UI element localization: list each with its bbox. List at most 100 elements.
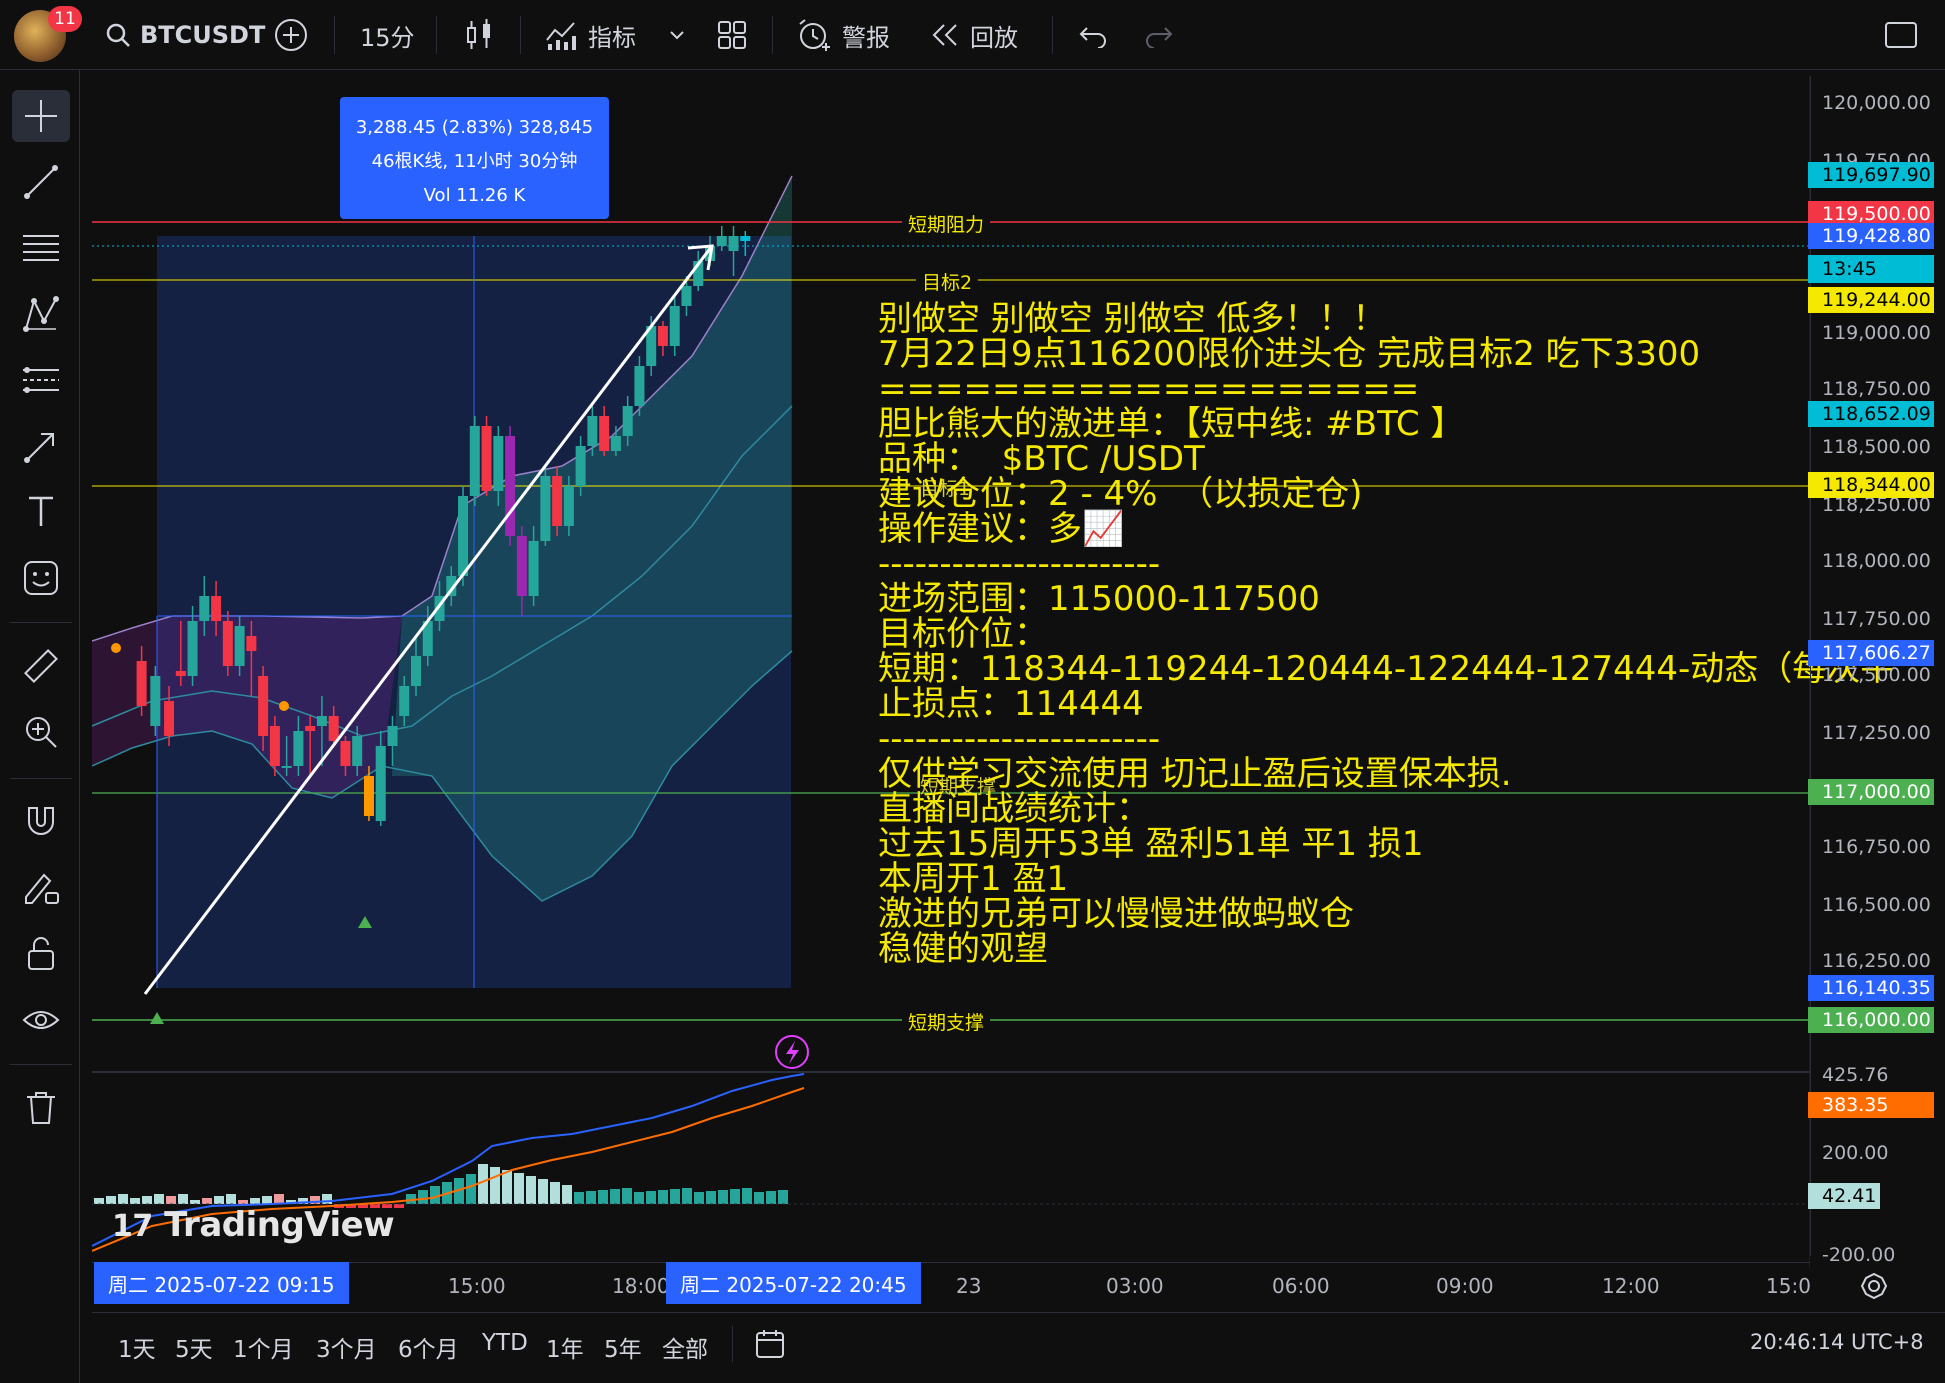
histogram-bar [262, 1196, 272, 1204]
forecast-tool[interactable] [12, 354, 70, 406]
layout-button[interactable] [716, 0, 748, 70]
range-1d[interactable]: 1天 [118, 1330, 156, 1364]
indicators-button[interactable]: 指标 [544, 0, 636, 70]
interval-button[interactable]: 15分 [360, 0, 415, 70]
price-tag-band-lower: 116,140.35 [1808, 975, 1934, 1001]
histogram-bar [178, 1194, 188, 1204]
candle-body [281, 766, 292, 768]
histogram-bar [118, 1194, 128, 1204]
arrow-icon [24, 433, 54, 463]
price-tag-target2: 119,244.00 [1808, 287, 1934, 313]
fullscreen-button[interactable] [1884, 0, 1918, 70]
indicators-dropdown[interactable] [668, 0, 686, 70]
range-ytd[interactable]: YTD [482, 1330, 528, 1356]
range-all[interactable]: 全部 [662, 1330, 708, 1364]
measure-line-3: Vol 11.26 K [423, 185, 526, 206]
macd-axis-label: 425.76 [1822, 1064, 1889, 1086]
lock-all-tool[interactable] [12, 928, 70, 980]
zoom-tool[interactable] [12, 706, 70, 758]
candle-body [150, 676, 161, 726]
text-tool[interactable] [12, 486, 70, 538]
range-3m[interactable]: 3个月 [316, 1330, 377, 1364]
time-label: 12:00 [1602, 1274, 1660, 1298]
histogram-bar [574, 1192, 584, 1204]
range-6m[interactable]: 6个月 [398, 1330, 459, 1364]
histogram-bar [526, 1176, 536, 1204]
trendline-tool[interactable] [12, 156, 70, 208]
time-axis[interactable] [92, 1262, 1810, 1310]
candle-body [481, 426, 492, 491]
price-tag-high: 119,697.90 [1808, 162, 1934, 188]
tradingview-logo[interactable]: 17 TradingView [112, 1205, 395, 1245]
histogram-bar [142, 1196, 152, 1204]
histogram-bar [106, 1196, 116, 1204]
replay-button[interactable]: 回放 [930, 0, 1018, 70]
pattern-tool[interactable] [12, 288, 70, 340]
symbol-search[interactable]: BTCUSDT [104, 0, 265, 70]
fib-tool[interactable] [12, 222, 70, 274]
resistance-label: 短期阻力 [902, 210, 991, 237]
candle-body [199, 596, 210, 621]
chart-type-button[interactable] [464, 0, 494, 70]
range-1y[interactable]: 1年 [546, 1330, 584, 1364]
chart-settings-button[interactable] [1860, 1272, 1888, 1304]
top-toolbar: 11 BTCUSDT 15分 指标 警报 回放 [0, 0, 1945, 70]
candle-body [305, 726, 316, 731]
horizontal-lines-icon [23, 235, 59, 261]
histogram-bar [190, 1200, 200, 1204]
candle-body [634, 366, 645, 406]
sticker-tool[interactable] [12, 552, 70, 604]
candle-body [599, 416, 610, 451]
window-icon [1885, 22, 1917, 48]
magnet-tool[interactable] [12, 796, 70, 848]
signal-dot [279, 701, 289, 711]
candle-body [716, 236, 727, 246]
histogram-bar [718, 1190, 728, 1204]
candle-body [469, 426, 480, 496]
trendline-icon [24, 165, 58, 199]
crosshair-tool[interactable] [12, 90, 70, 142]
candle-body [493, 436, 504, 491]
redo-icon [1146, 27, 1173, 48]
visibility-tool[interactable] [12, 994, 70, 1046]
histogram-bar [754, 1192, 764, 1204]
time-label: 09:00 [1436, 1274, 1494, 1298]
price-tag-band-upper: 118,652.09 [1808, 401, 1934, 427]
arrow-tool[interactable] [12, 420, 70, 472]
histogram-bar [418, 1190, 428, 1204]
target2-label: 目标2 [916, 268, 979, 295]
histogram-bar [646, 1191, 656, 1204]
range-5d[interactable]: 5天 [175, 1330, 213, 1364]
redo-button[interactable] [1144, 0, 1174, 70]
remove-drawings-tool[interactable] [12, 1082, 70, 1134]
range-5y[interactable]: 5年 [604, 1330, 642, 1364]
candle-body [575, 446, 586, 486]
histogram-bar [610, 1189, 620, 1204]
analysis-text[interactable]: 别做空 别做空 别做空 低多！！！ 7月22日9点116200限价进头仓 完成目… [878, 302, 1894, 967]
ruler-tool[interactable] [12, 640, 70, 692]
histogram-bar [598, 1190, 608, 1204]
buy-signal-marker [150, 1012, 164, 1024]
goto-date-button[interactable] [754, 1328, 788, 1364]
histogram-bar [730, 1189, 740, 1204]
histogram-bar [514, 1173, 524, 1204]
candle-body [657, 326, 668, 346]
alerts-button[interactable]: 警报 [796, 0, 890, 70]
range-1m[interactable]: 1个月 [233, 1330, 294, 1364]
indicators-icon [546, 22, 576, 50]
candle-body [458, 496, 469, 576]
lock-drawing-tool[interactable] [12, 862, 70, 914]
macd-signal-tag: 383.35 [1808, 1092, 1934, 1118]
macd-histogram [94, 1164, 788, 1208]
histogram-bar [670, 1189, 680, 1204]
candle-body [328, 716, 339, 741]
histogram-bar [538, 1179, 548, 1204]
lightning-icon-bolt [786, 1041, 799, 1064]
candle-body [669, 306, 680, 346]
eye-icon [22, 1011, 60, 1029]
candle-body [187, 621, 198, 676]
candle-body [222, 621, 233, 666]
compare-button[interactable] [274, 0, 308, 70]
undo-button[interactable] [1078, 0, 1108, 70]
clock-display[interactable]: 20:46:14 UTC+8 [1750, 1330, 1924, 1354]
